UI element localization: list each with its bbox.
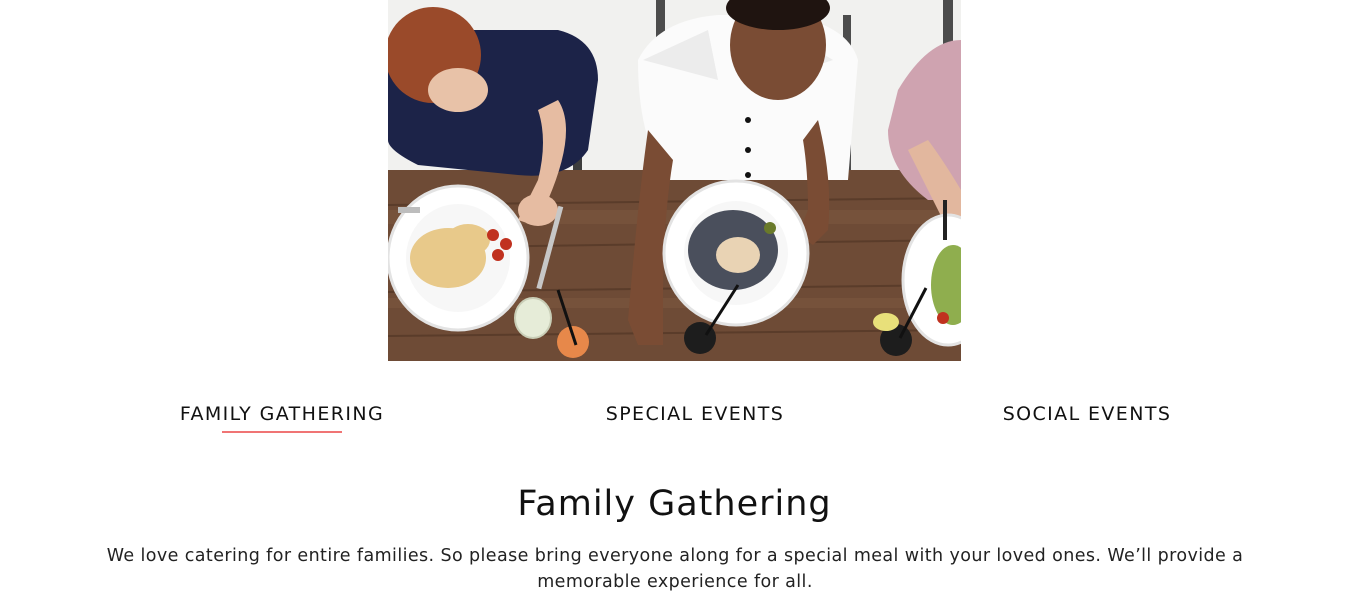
section-description: We love catering for entire families. So… bbox=[106, 546, 1244, 592]
hero-photo bbox=[388, 0, 961, 361]
event-tabs: FAMILY GATHERING SPECIAL EVENTS SOCIAL E… bbox=[0, 398, 1349, 438]
tab-social-events-label: SOCIAL EVENTS bbox=[1002, 403, 1172, 425]
section-title: Family Gathering bbox=[517, 484, 832, 524]
hero-photo-illustration bbox=[388, 0, 961, 361]
tab-social-events[interactable]: SOCIAL EVENTS bbox=[992, 398, 1182, 438]
tab-special-events[interactable]: SPECIAL EVENTS bbox=[595, 398, 795, 438]
active-tab-underline bbox=[222, 431, 342, 433]
tab-family-gathering[interactable]: FAMILY GATHERING bbox=[172, 398, 392, 438]
tab-special-events-label: SPECIAL EVENTS bbox=[605, 403, 785, 425]
tab-family-gathering-label: FAMILY GATHERING bbox=[179, 403, 385, 425]
